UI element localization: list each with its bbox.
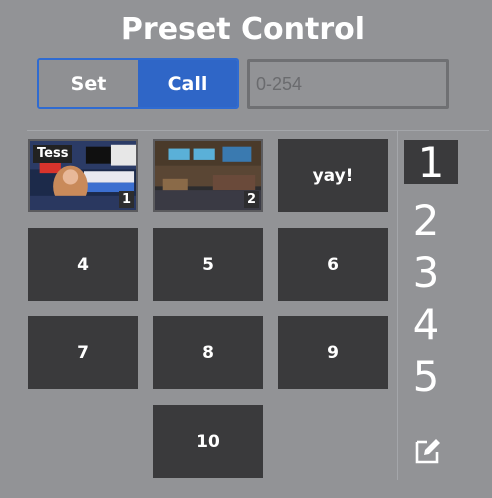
set-mode-button[interactable]: Set [39, 60, 138, 107]
preset-tile-6[interactable]: 6 [278, 228, 388, 301]
preset-number-input[interactable] [247, 59, 449, 109]
preset-tile-10[interactable]: 10 [153, 405, 263, 478]
mode-toggle: Set Call [37, 58, 239, 109]
edit-icon[interactable] [413, 436, 443, 466]
page-item-4[interactable]: 4 [399, 302, 453, 348]
preset-tile-4[interactable]: 4 [28, 228, 138, 301]
preset-number-badge: 1 [118, 191, 134, 208]
page-item-1[interactable]: 1 [404, 140, 458, 186]
divider-horizontal [27, 130, 489, 131]
page-item-3[interactable]: 3 [399, 250, 453, 296]
preset-tile-2[interactable]: 2 [153, 139, 263, 212]
preset-label: Tess [33, 145, 73, 163]
preset-tile-1[interactable]: Tess 1 [28, 139, 138, 212]
page-title: Preset Control [120, 12, 366, 47]
divider-vertical [397, 130, 398, 480]
page-item-5[interactable]: 5 [399, 354, 453, 400]
preset-tile-7[interactable]: 7 [28, 316, 138, 389]
preset-number-badge: 2 [243, 191, 259, 208]
preset-tile-8[interactable]: 8 [153, 316, 263, 389]
call-mode-button[interactable]: Call [138, 60, 237, 107]
preset-tile-3[interactable]: yay! [278, 139, 388, 212]
preset-tile-5[interactable]: 5 [153, 228, 263, 301]
preset-tile-9[interactable]: 9 [278, 316, 388, 389]
page-item-2[interactable]: 2 [399, 198, 453, 244]
